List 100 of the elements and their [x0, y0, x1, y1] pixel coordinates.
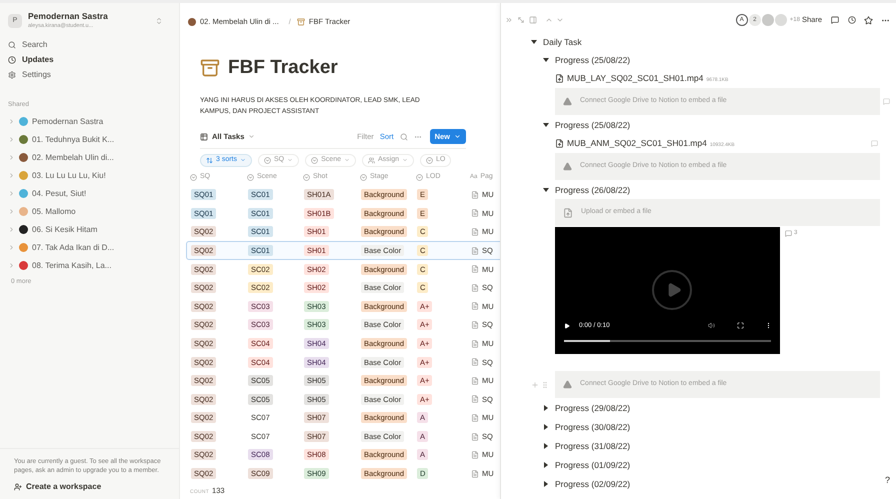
next-icon[interactable] — [556, 16, 564, 24]
clock-icon — [8, 56, 16, 64]
circle-chevron-icon — [303, 174, 310, 181]
document-icon — [471, 209, 479, 218]
circle-chevron-icon — [190, 174, 197, 181]
sidebar-page[interactable]: 01. Teduhnya Bukit K... — [8, 132, 171, 147]
circle-chevron-icon — [247, 174, 254, 181]
toggle-heading[interactable]: Progress (25/08/22) — [543, 51, 630, 69]
circle-chevron-icon — [426, 156, 434, 164]
document-icon — [471, 190, 479, 199]
comment-icon — [785, 230, 792, 237]
drive-icon — [563, 97, 572, 106]
toggle-down-icon[interactable] — [543, 187, 549, 193]
chevron-down-icon — [454, 133, 461, 140]
document-icon — [471, 414, 479, 422]
play-icon[interactable] — [564, 322, 570, 329]
search-icon[interactable] — [400, 132, 408, 140]
circle-chevron-icon — [360, 174, 367, 181]
table-icon — [200, 132, 208, 140]
avatar — [774, 14, 787, 26]
chevron-icon[interactable] — [8, 136, 15, 144]
sidebar-page[interactable]: 02. Membelah Ulin di... — [8, 150, 171, 165]
sidebar-page[interactable]: 03. Lu Lu Lu Lu, Kiu! — [8, 168, 171, 183]
toggle-heading[interactable]: Progress (02/09/22) — [543, 475, 630, 493]
drive-icon — [563, 380, 572, 389]
sidebar-nav-item[interactable]: Settings — [8, 69, 171, 81]
file-icon — [555, 74, 564, 82]
upload-file-icon — [563, 208, 573, 218]
user-plus-icon — [14, 483, 22, 491]
circle-chevron-icon — [416, 174, 423, 181]
toggle-down-icon[interactable] — [543, 57, 549, 63]
chevron-icon[interactable] — [8, 262, 15, 270]
toggle-heading[interactable]: Daily Task — [531, 33, 582, 51]
chevron-icon[interactable] — [8, 244, 15, 252]
chevron-icon[interactable] — [8, 226, 15, 234]
toggle-right-icon[interactable] — [543, 424, 549, 430]
document-icon — [471, 358, 479, 366]
sort-icon — [206, 156, 213, 164]
previous-icon[interactable] — [545, 16, 553, 24]
sidebar-nav-item[interactable]: Updates — [8, 54, 171, 66]
collapse-icon[interactable] — [505, 16, 513, 24]
toggle-heading[interactable]: Progress (30/08/22) — [543, 418, 630, 436]
workspace-name[interactable]: Pemodernan Sastra — [28, 11, 108, 21]
toggle-heading[interactable]: Progress (25/08/22) — [543, 116, 630, 134]
toggle-down-icon[interactable] — [543, 122, 549, 128]
document-icon — [471, 340, 479, 348]
star-icon[interactable] — [864, 16, 873, 24]
fullscreen-icon[interactable] — [737, 322, 744, 330]
sidebar-page[interactable]: 07. Tak Ada Ikan di D... — [8, 240, 171, 255]
toggle-right-icon[interactable] — [543, 443, 549, 449]
document-icon — [471, 265, 479, 274]
sidebar-nav-item[interactable]: Search — [8, 39, 171, 51]
chevron-down-icon — [240, 157, 246, 163]
history-icon[interactable] — [848, 16, 856, 24]
chevron-icon[interactable] — [8, 172, 15, 180]
document-icon — [471, 376, 479, 385]
volume-icon[interactable] — [708, 322, 715, 330]
circle-chevron-icon — [264, 156, 272, 164]
search-icon — [8, 41, 16, 49]
chevron-down-icon — [402, 157, 408, 163]
expand-icon[interactable] — [517, 16, 525, 24]
switcher-icon[interactable] — [155, 17, 163, 25]
toggle-heading[interactable]: Progress (29/08/22) — [543, 399, 630, 417]
toggle-heading[interactable]: Progress (26/08/22) — [543, 181, 630, 199]
toggle-right-icon[interactable] — [543, 405, 549, 411]
document-icon — [471, 284, 479, 292]
toggle-right-icon[interactable] — [543, 481, 549, 487]
sidebar-page[interactable]: 05. Mallomo — [8, 204, 171, 219]
circle-chevron-icon — [311, 156, 318, 164]
people-icon — [368, 156, 375, 164]
settings-icon — [8, 71, 16, 79]
chevron-icon[interactable] — [8, 208, 15, 216]
page-title: FBF Tracker — [228, 56, 338, 80]
toggle-heading[interactable]: Progress (01/09/22) — [543, 456, 630, 474]
chevron-icon[interactable] — [8, 190, 15, 198]
box-icon — [200, 58, 220, 78]
comment-icon[interactable] — [831, 16, 839, 24]
more-icon[interactable] — [765, 322, 772, 330]
document-icon — [471, 451, 479, 460]
panel-icon[interactable] — [529, 16, 537, 24]
chevron-icon[interactable] — [8, 154, 15, 162]
chevron-icon[interactable] — [8, 118, 15, 126]
document-icon — [471, 320, 479, 329]
sidebar-page[interactable]: 06. Si Kesik Hitam — [8, 222, 171, 237]
chevron-down-icon — [344, 157, 350, 163]
document-icon — [471, 302, 479, 310]
document-icon — [471, 228, 479, 236]
sidebar-page[interactable]: 04. Pesut, Siut! — [8, 186, 171, 201]
document-icon — [471, 246, 479, 255]
toggle-right-icon[interactable] — [543, 462, 549, 468]
chevron-down-icon — [248, 133, 256, 140]
help-button[interactable]: ? — [884, 474, 890, 487]
sidebar-page[interactable]: 08. Terima Kasih, La... — [8, 258, 171, 273]
document-icon — [471, 470, 479, 478]
create-workspace-button[interactable]: Create a workspace — [14, 481, 165, 493]
box-icon — [296, 18, 305, 26]
toggle-heading[interactable]: Progress (31/08/22) — [543, 437, 630, 455]
block-handles-drawing[interactable] — [531, 380, 549, 388]
toggle-down-icon[interactable] — [531, 39, 537, 45]
sidebar-page[interactable]: Pemodernan Sastra — [8, 114, 171, 129]
